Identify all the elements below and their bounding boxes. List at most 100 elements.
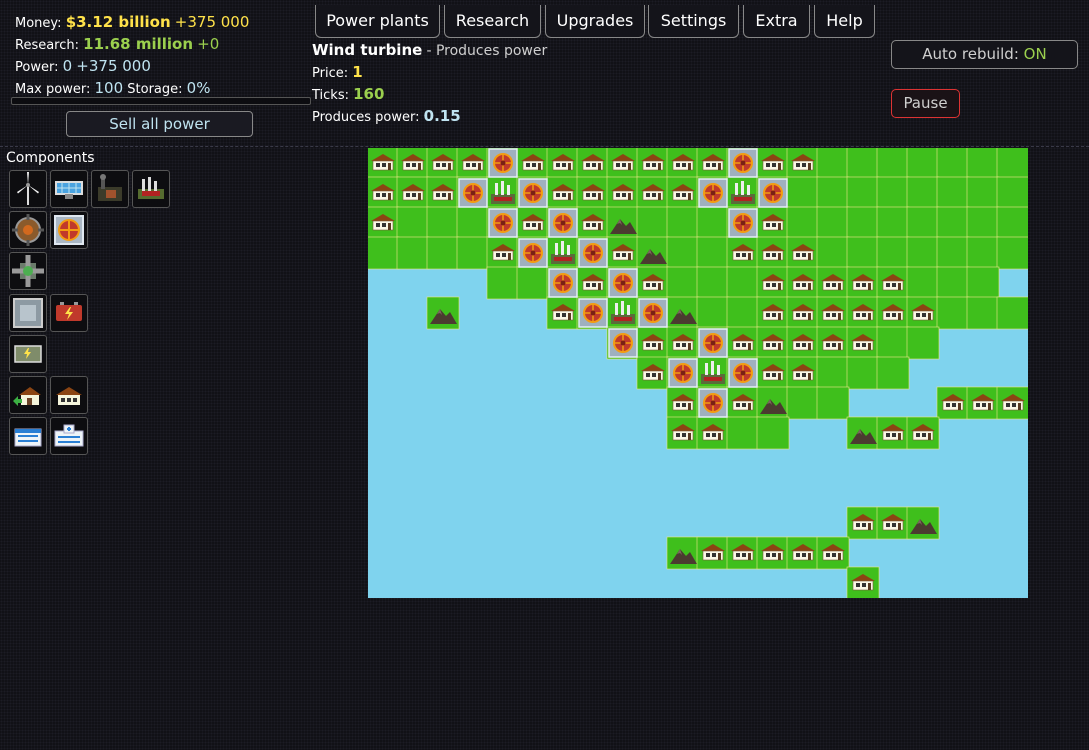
nuclear-plant-tile[interactable] [698, 178, 728, 208]
grass-tile[interactable] [996, 296, 1028, 330]
grass-tile[interactable] [786, 206, 820, 240]
battery-icon[interactable] [50, 294, 88, 332]
grass-tile[interactable] [876, 206, 910, 240]
grass-tile[interactable] [846, 236, 880, 270]
grass-tile[interactable] [966, 236, 1000, 270]
nuclear-plant-tile[interactable] [548, 268, 578, 298]
grass-tile[interactable] [846, 176, 880, 210]
grass-tile[interactable] [368, 236, 400, 270]
grass-tile[interactable] [816, 176, 850, 210]
menu-help[interactable]: Help [814, 5, 875, 38]
grass-tile[interactable] [816, 236, 850, 270]
sell-all-power-button[interactable]: Sell all power [66, 111, 253, 137]
grass-tile[interactable] [996, 148, 1028, 180]
grass-tile[interactable] [876, 176, 910, 210]
nuclear-icon[interactable] [50, 211, 88, 249]
grass-tile[interactable] [816, 356, 850, 390]
grass-tile[interactable] [966, 206, 1000, 240]
nuclear-plant-tile[interactable] [698, 328, 728, 358]
nuclear-plant-tile[interactable] [758, 178, 788, 208]
office-building-icon[interactable] [9, 417, 47, 455]
grass-tile[interactable] [756, 416, 790, 450]
grass-tile[interactable] [936, 266, 970, 300]
nuclear-plant-tile[interactable] [548, 208, 578, 238]
grass-tile[interactable] [906, 176, 940, 210]
nuclear-plant-tile[interactable] [578, 298, 608, 328]
factory-icon[interactable] [132, 170, 170, 208]
heat-exchanger-icon[interactable] [9, 252, 47, 290]
grass-tile[interactable] [906, 236, 940, 270]
nuclear-plant-tile[interactable] [728, 358, 758, 388]
grass-tile[interactable] [996, 236, 1028, 270]
grass-tile[interactable] [726, 296, 760, 330]
grass-tile[interactable] [396, 236, 430, 270]
nuclear-plant-tile[interactable] [728, 148, 758, 178]
pause-button[interactable]: Pause [891, 89, 960, 118]
grass-tile[interactable] [966, 176, 1000, 210]
grass-tile[interactable] [486, 266, 520, 300]
auto-rebuild-toggle[interactable]: Auto rebuild: ON [891, 40, 1078, 69]
grass-tile[interactable] [516, 266, 550, 300]
power-storage-icon[interactable] [9, 335, 47, 373]
grass-tile[interactable] [936, 176, 970, 210]
grass-tile[interactable] [426, 236, 460, 270]
grass-tile[interactable] [666, 236, 700, 270]
grass-tile[interactable] [936, 148, 970, 180]
grass-tile[interactable] [906, 326, 940, 360]
grass-tile[interactable] [846, 148, 880, 180]
grass-tile[interactable] [726, 266, 760, 300]
grass-tile[interactable] [996, 206, 1028, 240]
grass-tile[interactable] [726, 416, 760, 450]
nuclear-plant-tile[interactable] [458, 178, 488, 208]
wind-turbine-icon[interactable] [9, 170, 47, 208]
grass-tile[interactable] [966, 266, 1000, 300]
nuclear-plant-tile[interactable] [518, 178, 548, 208]
grass-tile[interactable] [696, 266, 730, 300]
nuclear-plant-tile[interactable] [638, 298, 668, 328]
grass-tile[interactable] [696, 296, 730, 330]
grass-tile[interactable] [816, 206, 850, 240]
nuclear-plant-tile[interactable] [488, 208, 518, 238]
grass-tile[interactable] [456, 236, 490, 270]
nuclear-plant-tile[interactable] [728, 208, 758, 238]
menu-settings[interactable]: Settings [648, 5, 739, 38]
game-map[interactable] [368, 148, 1028, 598]
solar-panel-icon[interactable] [50, 170, 88, 208]
nuclear-plant-tile[interactable] [578, 238, 608, 268]
grass-tile[interactable] [426, 206, 460, 240]
grass-tile[interactable] [966, 296, 1000, 330]
grass-tile[interactable] [876, 326, 910, 360]
menu-upgrades[interactable]: Upgrades [545, 5, 645, 38]
grass-tile[interactable] [816, 148, 850, 180]
house-icon[interactable] [50, 376, 88, 414]
grass-tile[interactable] [636, 206, 670, 240]
grass-tile[interactable] [786, 386, 820, 420]
grass-tile[interactable] [816, 386, 850, 420]
grass-tile[interactable] [786, 176, 820, 210]
menu-extra[interactable]: Extra [743, 5, 810, 38]
grass-tile[interactable] [666, 206, 700, 240]
coal-plant-icon[interactable] [91, 170, 129, 208]
grass-tile[interactable] [996, 176, 1028, 210]
nuclear-plant-tile[interactable] [668, 358, 698, 388]
nuclear-plant-tile[interactable] [698, 388, 728, 418]
grass-tile[interactable] [906, 266, 940, 300]
grass-tile[interactable] [906, 206, 940, 240]
grass-tile[interactable] [876, 236, 910, 270]
grass-tile[interactable] [936, 296, 970, 330]
grass-tile[interactable] [936, 236, 970, 270]
grass-tile[interactable] [456, 206, 490, 240]
hospital-icon[interactable] [50, 417, 88, 455]
house-upgrade-icon[interactable] [9, 376, 47, 414]
geothermal-icon[interactable] [9, 211, 47, 249]
map-grid[interactable] [368, 148, 1028, 598]
grass-tile[interactable] [966, 148, 1000, 180]
nuclear-plant-tile[interactable] [608, 268, 638, 298]
grass-tile[interactable] [666, 266, 700, 300]
menu-power-plants[interactable]: Power plants [315, 5, 440, 38]
nuclear-plant-tile[interactable] [518, 238, 548, 268]
grass-tile[interactable] [396, 206, 430, 240]
isolation-plate-icon[interactable] [9, 294, 47, 332]
menu-research[interactable]: Research [444, 5, 541, 38]
grass-tile[interactable] [936, 206, 970, 240]
